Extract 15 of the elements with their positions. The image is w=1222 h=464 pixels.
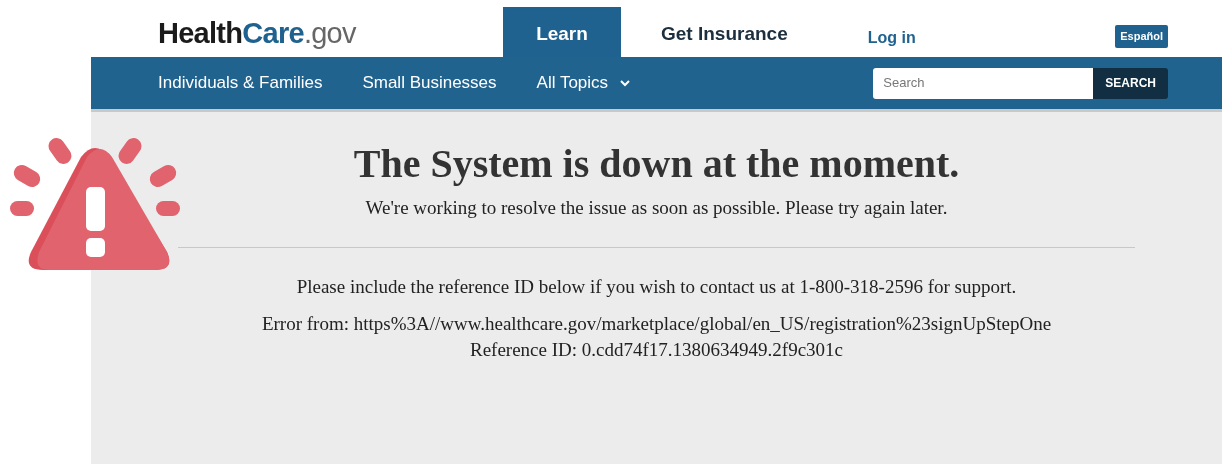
language-button[interactable]: Español	[1115, 25, 1168, 48]
nav-link[interactable]: All Topics	[536, 70, 631, 96]
logo[interactable]: HealthCare.gov	[158, 1, 503, 56]
nav-tab[interactable]: Learn	[503, 7, 621, 57]
login-link[interactable]: Log in	[867, 7, 916, 50]
error-message: We're working to resolve the issue as soon as possible. Please try again later.	[365, 196, 948, 220]
search-field[interactable]: Search	[873, 67, 1094, 99]
nav-tab[interactable]: Get Insurance	[621, 7, 828, 57]
reference-id: Reference ID: 0.cdd74f17.1380634949.2f9c301c	[470, 337, 843, 362]
nav-link[interactable]: Small Businesses	[362, 70, 497, 96]
search-button[interactable]: SEARCH	[1093, 67, 1168, 99]
nav-link[interactable]: Individuals & Families	[158, 70, 323, 96]
error-title: The System is down at the moment.	[353, 140, 960, 188]
support-message: Please include the reference ID below if you wish to contact us at 1-800-318-2596 for support.	[296, 274, 1017, 299]
error-source: Error from: https%3A//www.healthcare.gov/marketplace/global/en_US/registration%23signUpStepOne	[261, 311, 1052, 336]
